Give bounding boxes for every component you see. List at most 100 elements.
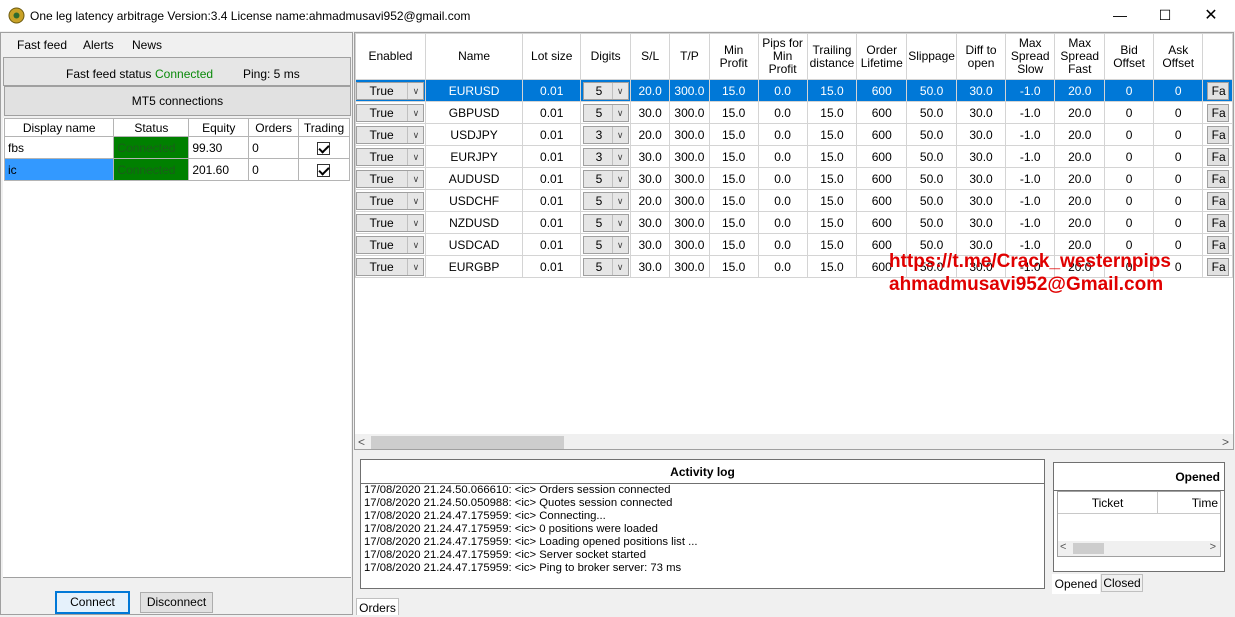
lifetime-cell[interactable]: 600: [856, 189, 908, 212]
col-header-extra[interactable]: [1202, 33, 1233, 80]
tp-cell[interactable]: 300.0: [669, 101, 710, 124]
fast-cell[interactable]: Fa: [1202, 189, 1233, 212]
connect-button[interactable]: Connect: [55, 591, 130, 614]
tp-cell[interactable]: 300.0: [669, 233, 710, 256]
bid_off-cell[interactable]: 0: [1104, 101, 1155, 124]
digits-cell[interactable]: 3 ∨: [580, 145, 632, 168]
digits-cell[interactable]: 5 ∨: [580, 233, 632, 256]
slippage-cell[interactable]: 50.0: [906, 101, 958, 124]
min_profit-cell[interactable]: 15.0: [708, 123, 759, 146]
tp-cell[interactable]: 300.0: [669, 211, 710, 234]
col-header[interactable]: T/P: [669, 33, 710, 80]
sl-cell[interactable]: 30.0: [630, 167, 671, 190]
lot-cell[interactable]: 0.01: [522, 255, 582, 278]
col-header[interactable]: Pips for Min Profit: [757, 33, 808, 80]
enabled-dropdown[interactable]: True ∨: [356, 235, 425, 254]
sl-cell[interactable]: 30.0: [630, 101, 671, 124]
lot-cell[interactable]: 0.01: [522, 211, 582, 234]
name-cell[interactable]: GBPUSD: [424, 101, 524, 124]
col-equity[interactable]: Equity: [188, 118, 250, 137]
col-header[interactable]: Enabled: [355, 33, 426, 80]
tp-cell[interactable]: 300.0: [669, 145, 710, 168]
chevron-down-icon[interactable]: ∨: [611, 214, 628, 231]
ask_off-cell[interactable]: 0: [1153, 79, 1204, 102]
col-header[interactable]: Digits: [580, 33, 632, 80]
trading-cell[interactable]: [298, 158, 350, 181]
bid_off-cell[interactable]: 0: [1104, 211, 1155, 234]
ask_off-cell[interactable]: 0: [1153, 123, 1204, 146]
enabled-cell[interactable]: True ∨: [355, 145, 426, 168]
col-header[interactable]: Max Spread Fast: [1054, 33, 1106, 80]
bid_off-cell[interactable]: 0: [1104, 123, 1155, 146]
col-header[interactable]: Diff to open: [956, 33, 1006, 80]
diff-cell[interactable]: 30.0: [956, 211, 1006, 234]
tab-opened[interactable]: Opened: [1052, 574, 1100, 594]
spread_slow-cell[interactable]: -1.0: [1004, 167, 1056, 190]
activity-log-list[interactable]: 17/08/2020 21.24.50.066610: <ic> Orders …: [361, 484, 1044, 575]
table-row[interactable]: True ∨ USDJPY 0.01 3 ∨ 20.0 300.0 15.0 0.0 15.0 600…: [355, 123, 1233, 146]
fast-button[interactable]: Fa: [1206, 81, 1229, 100]
spread_slow-cell[interactable]: -1.0: [1004, 211, 1056, 234]
trailing-cell[interactable]: 15.0: [806, 145, 858, 168]
scroll-right-icon[interactable]: >: [1222, 435, 1229, 449]
pips_min-cell[interactable]: 0.0: [757, 101, 808, 124]
spread_slow-cell[interactable]: -1.0: [1004, 101, 1056, 124]
bid_off-cell[interactable]: 0: [1104, 145, 1155, 168]
spread_fast-cell[interactable]: 20.0: [1054, 79, 1106, 102]
enabled-cell[interactable]: True ∨: [355, 189, 426, 212]
bid_off-cell[interactable]: 0: [1104, 79, 1155, 102]
chevron-down-icon[interactable]: ∨: [407, 192, 423, 209]
diff-cell[interactable]: 30.0: [956, 189, 1006, 212]
diff-cell[interactable]: 30.0: [956, 101, 1006, 124]
min_profit-cell[interactable]: 15.0: [708, 145, 759, 168]
tab-orders[interactable]: Orders: [356, 598, 399, 615]
name-cell[interactable]: NZDUSD: [424, 211, 524, 234]
digits-dropdown[interactable]: 5 ∨: [582, 103, 629, 122]
col-display-name[interactable]: Display name: [3, 118, 115, 137]
digits-cell[interactable]: 5 ∨: [580, 79, 632, 102]
fast-cell[interactable]: Fa: [1202, 211, 1233, 234]
fast-button[interactable]: Fa: [1206, 191, 1229, 210]
lot-cell[interactable]: 0.01: [522, 101, 582, 124]
min_profit-cell[interactable]: 15.0: [708, 189, 759, 212]
lot-cell[interactable]: 0.01: [522, 79, 582, 102]
maximize-button[interactable]: ☐: [1142, 0, 1188, 31]
trading-checkbox[interactable]: [317, 141, 331, 155]
diff-cell[interactable]: 30.0: [956, 167, 1006, 190]
diff-cell[interactable]: 30.0: [956, 79, 1006, 102]
min_profit-cell[interactable]: 15.0: [708, 255, 759, 278]
tp-cell[interactable]: 300.0: [669, 255, 710, 278]
trailing-cell[interactable]: 15.0: [806, 255, 858, 278]
col-header[interactable]: Trailing distance: [806, 33, 858, 80]
diff-cell[interactable]: 30.0: [956, 123, 1006, 146]
digits-cell[interactable]: 5 ∨: [580, 211, 632, 234]
enabled-dropdown[interactable]: True ∨: [356, 147, 425, 166]
ask_off-cell[interactable]: 0: [1153, 211, 1204, 234]
tp-cell[interactable]: 300.0: [669, 79, 710, 102]
chevron-down-icon[interactable]: ∨: [611, 82, 628, 99]
slippage-cell[interactable]: 50.0: [906, 167, 958, 190]
table-row[interactable]: ic Connected 201.60 0: [3, 158, 350, 181]
tp-cell[interactable]: 300.0: [669, 167, 710, 190]
tab-closed[interactable]: Closed: [1101, 574, 1143, 592]
fast-cell[interactable]: Fa: [1202, 101, 1233, 124]
lifetime-cell[interactable]: 600: [856, 79, 908, 102]
bid_off-cell[interactable]: 0: [1104, 167, 1155, 190]
col-header[interactable]: Lot size: [522, 33, 582, 80]
spread_fast-cell[interactable]: 20.0: [1054, 145, 1106, 168]
ask_off-cell[interactable]: 0: [1153, 145, 1204, 168]
fast-cell[interactable]: Fa: [1202, 255, 1233, 278]
menu-alerts[interactable]: Alerts: [83, 38, 114, 52]
enabled-cell[interactable]: True ∨: [355, 123, 426, 146]
name-cell[interactable]: USDCAD: [424, 233, 524, 256]
spread_slow-cell[interactable]: -1.0: [1004, 79, 1056, 102]
fast-button[interactable]: Fa: [1206, 147, 1229, 166]
trailing-cell[interactable]: 15.0: [806, 189, 858, 212]
disconnect-button[interactable]: Disconnect: [140, 592, 213, 613]
enabled-cell[interactable]: True ∨: [355, 167, 426, 190]
sl-cell[interactable]: 30.0: [630, 211, 671, 234]
fast-cell[interactable]: Fa: [1202, 79, 1233, 102]
bid_off-cell[interactable]: 0: [1104, 189, 1155, 212]
slippage-cell[interactable]: 50.0: [906, 211, 958, 234]
trailing-cell[interactable]: 15.0: [806, 211, 858, 234]
